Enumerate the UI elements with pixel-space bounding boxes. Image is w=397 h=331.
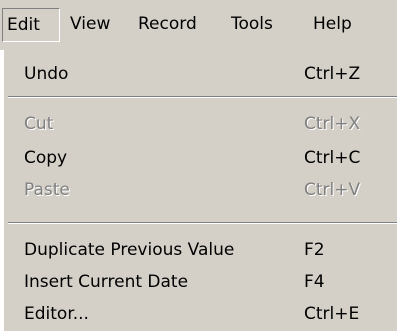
menu-item-shortcut: Ctrl+V	[304, 180, 361, 200]
menu-item-shortcut: F2	[304, 240, 325, 260]
menu-item-editor[interactable]: Editor... Ctrl+E	[4, 298, 397, 330]
menu-item-shortcut: Ctrl+Z	[304, 64, 361, 84]
menu-item-label: Copy	[24, 148, 68, 168]
menu-item-copy[interactable]: Copy Ctrl+C	[4, 142, 397, 174]
menu-item-duplicate-previous-value[interactable]: Duplicate Previous Value F2	[4, 234, 397, 266]
menu-item-label: Undo	[24, 64, 69, 84]
menu-item-label: Cut	[24, 114, 54, 134]
menu-item-label: Paste	[24, 180, 70, 200]
menu-item-insert-current-date[interactable]: Insert Current Date F4	[4, 266, 397, 298]
menu-separator	[8, 96, 397, 98]
menu-item-shortcut: F4	[304, 272, 325, 292]
menu-item-label: Insert Current Date	[24, 272, 189, 292]
menu-record[interactable]: Record	[138, 8, 197, 40]
menu-edit[interactable]: Edit	[2, 8, 60, 42]
menu-bar: Edit View Record Tools Help	[0, 0, 397, 50]
menu-item-shortcut: Ctrl+X	[304, 114, 361, 134]
menu-item-shortcut: Ctrl+C	[304, 148, 361, 168]
menu-tools[interactable]: Tools	[231, 8, 273, 40]
menu-item-paste[interactable]: Paste Ctrl+V	[4, 174, 397, 206]
menu-help[interactable]: Help	[313, 8, 352, 40]
menu-separator	[8, 222, 397, 224]
edit-dropdown-menu: Undo Ctrl+Z Cut Ctrl+X Copy Ctrl+C Paste…	[2, 50, 397, 331]
menu-item-label: Duplicate Previous Value	[24, 240, 235, 260]
menu-view[interactable]: View	[70, 8, 110, 40]
menu-item-shortcut: Ctrl+E	[304, 304, 360, 324]
menu-item-undo[interactable]: Undo Ctrl+Z	[4, 58, 397, 90]
menu-item-cut[interactable]: Cut Ctrl+X	[4, 108, 397, 140]
menu-item-label: Editor...	[24, 304, 89, 324]
